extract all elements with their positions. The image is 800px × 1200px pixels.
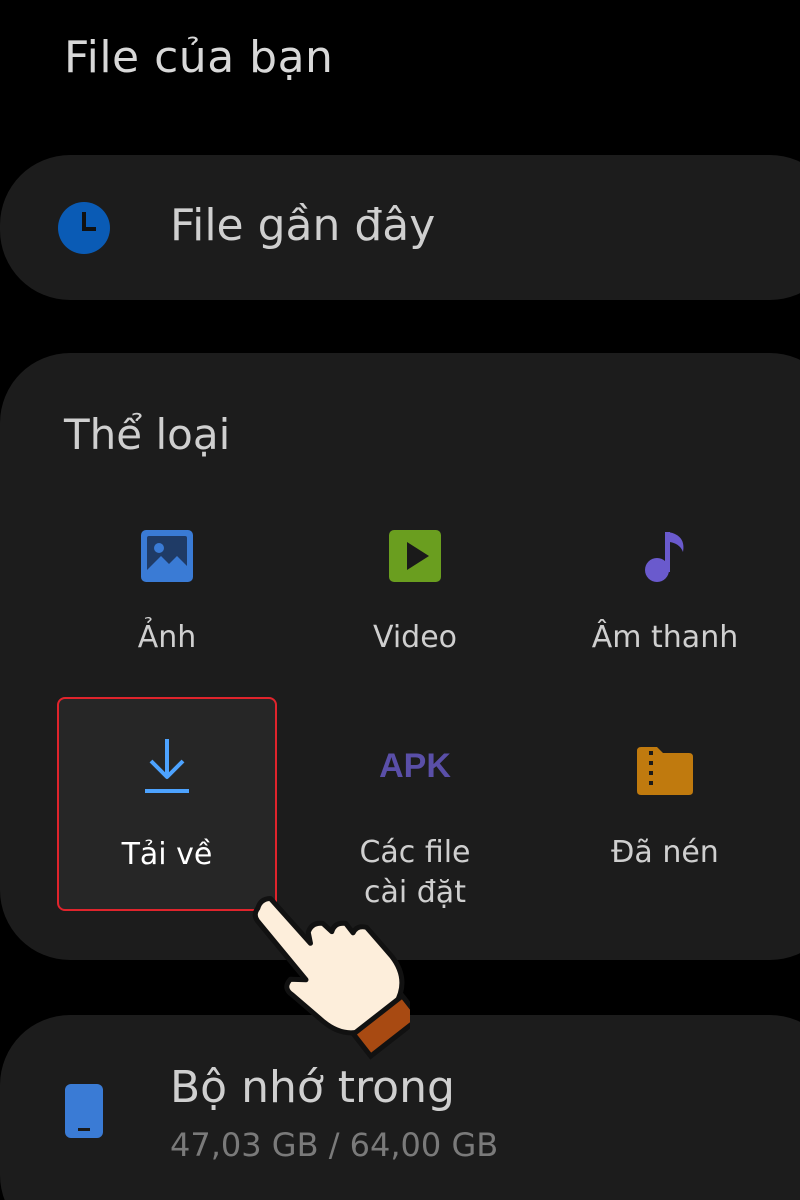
category-videos[interactable]: Video <box>305 482 525 696</box>
video-play-icon <box>389 530 441 582</box>
category-compressed[interactable]: Đã nén <box>555 697 775 911</box>
download-icon <box>145 739 189 793</box>
pointing-hand-icon <box>252 895 410 1060</box>
storage-usage-text: 47,03 GB / 64,00 GB <box>170 1126 499 1164</box>
category-label-line1: Các file <box>359 835 471 870</box>
apk-icon: APK <box>379 747 451 785</box>
clock-icon <box>58 202 110 254</box>
category-label: Tải về <box>121 837 213 872</box>
category-label: Đã nén <box>611 835 719 870</box>
page-title: File của bạn <box>64 32 334 83</box>
music-note-icon <box>645 532 684 582</box>
folder-zip-icon <box>637 747 693 795</box>
category-images[interactable]: Ảnh <box>57 482 277 696</box>
categories-title: Thể loại <box>64 410 231 459</box>
category-label: Âm thanh <box>591 620 739 655</box>
recent-files-label[interactable]: File gần đây <box>170 200 435 251</box>
image-icon <box>141 530 193 582</box>
my-files-screen: File của bạn File gần đây Thể loại Ảnh V… <box>0 0 800 1200</box>
category-label: Ảnh <box>137 620 197 655</box>
category-label: Video <box>372 620 458 655</box>
phone-storage-icon <box>65 1084 103 1138</box>
category-audio[interactable]: Âm thanh <box>555 482 775 696</box>
